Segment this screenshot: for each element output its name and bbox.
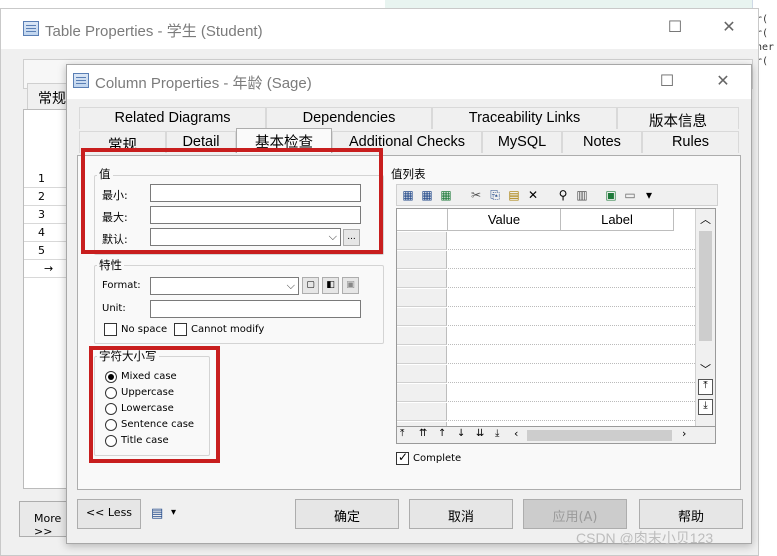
move-to-bottom-icon[interactable]: ⤓ bbox=[698, 399, 713, 415]
move-down-icon[interactable]: ↓ bbox=[457, 428, 465, 439]
table-row[interactable] bbox=[448, 232, 695, 250]
tab-dependencies[interactable]: Dependencies bbox=[266, 107, 432, 129]
chevron-down-icon[interactable]: ▾ bbox=[171, 507, 176, 518]
column-properties-dialog: Column Properties - 年龄 (Sage) ☐ ✕ Relate… bbox=[66, 64, 752, 544]
unit-label: Unit: bbox=[102, 303, 126, 314]
chevron-down-icon: ⌵ bbox=[286, 279, 295, 292]
table-row[interactable] bbox=[448, 365, 695, 383]
table-row[interactable] bbox=[448, 289, 695, 307]
move-bottom-icon[interactable]: ⤓ bbox=[495, 428, 499, 439]
scroll-down-icon[interactable]: ﹀ bbox=[700, 361, 711, 377]
column-icon bbox=[73, 73, 89, 88]
find-icon[interactable]: ⚲ bbox=[554, 186, 572, 204]
table-row[interactable] bbox=[448, 251, 695, 269]
add-row-icon[interactable]: ▦ bbox=[399, 186, 417, 204]
outer-title-bar: Table Properties - 学生 (Student) ☐ ✕ bbox=[1, 9, 758, 49]
table-row[interactable] bbox=[448, 308, 695, 326]
tab-related-diagrams[interactable]: Related Diagrams bbox=[79, 107, 266, 129]
edit-format-icon[interactable]: ▣ bbox=[342, 277, 359, 294]
table-row[interactable] bbox=[448, 384, 695, 402]
scroll-right-icon[interactable]: › bbox=[682, 427, 686, 440]
watermark: CSDN @肉末小贝123 bbox=[576, 530, 714, 546]
grid-vertical-scrollbar[interactable]: ︿ ﹀ ⤒ ⤓ bbox=[695, 209, 715, 438]
table-icon bbox=[23, 21, 39, 36]
help-button[interactable]: 帮助 bbox=[639, 499, 743, 529]
add-rows-icon[interactable]: ▦ bbox=[437, 186, 455, 204]
dialog-title: Column Properties - 年龄 (Sage) bbox=[95, 75, 312, 92]
dialog-title-bar: Column Properties - 年龄 (Sage) ☐ ✕ bbox=[67, 65, 751, 99]
tab-rules[interactable]: Rules bbox=[642, 131, 739, 153]
tab-notes[interactable]: Notes bbox=[562, 131, 642, 153]
minimize-icon[interactable]: ☐ bbox=[665, 17, 685, 36]
scroll-up-icon[interactable]: ︿ bbox=[700, 211, 711, 227]
delete-icon[interactable]: ✕ bbox=[524, 186, 542, 204]
tab-version-info[interactable]: 版本信息 bbox=[617, 107, 739, 130]
close-icon[interactable]: ✕ bbox=[713, 71, 733, 90]
layout-menu-icon[interactable]: ▤ bbox=[151, 506, 163, 521]
move-up-icon[interactable]: ↑ bbox=[438, 428, 446, 439]
horizontal-scroll-thumb[interactable] bbox=[527, 430, 672, 441]
cannot-modify-checkbox[interactable] bbox=[174, 323, 187, 336]
cut-icon[interactable]: ✂ bbox=[467, 186, 485, 204]
no-space-checkbox[interactable] bbox=[104, 323, 117, 336]
value-list-toolbar: ▦ ▦ ▦ ✂ ⎘ ▤ ✕ ⚲ ▥ ▣ ▭ ▾ bbox=[396, 184, 718, 206]
row-selector[interactable] bbox=[397, 384, 447, 402]
move-top-icon[interactable]: ⤒ bbox=[400, 428, 404, 439]
no-space-label: No space bbox=[121, 324, 168, 335]
outer-window-title: Table Properties - 学生 (Student) bbox=[45, 23, 263, 40]
insert-row-icon[interactable]: ▦ bbox=[418, 186, 436, 204]
value-list-label: 值列表 bbox=[391, 167, 426, 181]
row-selector[interactable] bbox=[397, 403, 447, 421]
complete-checkbox[interactable]: ✓ bbox=[396, 450, 409, 465]
table-row[interactable] bbox=[448, 327, 695, 345]
print-icon[interactable]: ▭ bbox=[621, 186, 639, 204]
row-selector[interactable] bbox=[397, 327, 447, 345]
row-selector[interactable] bbox=[397, 365, 447, 383]
highlight-values-box bbox=[81, 148, 383, 254]
properties-group-label: 特性 bbox=[97, 257, 124, 273]
table-row[interactable] bbox=[448, 403, 695, 421]
move-page-up-icon[interactable]: ⇈ bbox=[419, 428, 427, 439]
copy-icon[interactable]: ⎘ bbox=[486, 186, 504, 204]
value-list-grid[interactable]: Value Label ︿ ﹀ ⤒ ⤓ bbox=[396, 208, 716, 439]
complete-label: Complete bbox=[413, 453, 462, 464]
new-format-icon[interactable]: ▢ bbox=[302, 277, 319, 294]
grid-corner bbox=[397, 209, 448, 231]
properties-icon[interactable]: ◧ bbox=[322, 277, 339, 294]
label-column-header[interactable]: Label bbox=[561, 209, 674, 231]
row-selector[interactable] bbox=[397, 346, 447, 364]
less-button[interactable]: << Less bbox=[77, 499, 141, 529]
highlight-case-box bbox=[89, 346, 220, 463]
value-column-header[interactable]: Value bbox=[448, 209, 561, 231]
ok-button[interactable]: 确定 bbox=[295, 499, 399, 529]
scroll-left-icon[interactable]: ‹ bbox=[514, 427, 518, 440]
tab-mysql[interactable]: MySQL bbox=[482, 131, 562, 153]
row-selector[interactable] bbox=[397, 232, 447, 250]
row-selector[interactable] bbox=[397, 251, 447, 269]
table-row[interactable] bbox=[448, 346, 695, 364]
format-label: Format: bbox=[102, 280, 141, 291]
scroll-thumb[interactable] bbox=[699, 231, 712, 341]
tab-traceability-links[interactable]: Traceability Links bbox=[432, 107, 617, 129]
row-selector[interactable] bbox=[397, 308, 447, 326]
maximize-icon[interactable]: ☐ bbox=[657, 71, 677, 90]
properties-icon[interactable]: ▥ bbox=[573, 186, 591, 204]
excel-export-icon[interactable]: ▣ bbox=[602, 186, 620, 204]
move-page-down-icon[interactable]: ⇊ bbox=[476, 428, 484, 439]
checkmark-icon: ✓ bbox=[398, 450, 409, 464]
unit-input[interactable] bbox=[150, 300, 361, 318]
cannot-modify-label: Cannot modify bbox=[191, 324, 265, 335]
row-selector[interactable] bbox=[397, 270, 447, 288]
format-combo[interactable]: ⌵ bbox=[150, 277, 299, 295]
row-selector[interactable] bbox=[397, 289, 447, 307]
cancel-button[interactable]: 取消 bbox=[409, 499, 513, 529]
apply-button[interactable]: 应用(A) bbox=[523, 499, 627, 529]
grid-navigation-bar: ⤒ ⇈ ↑ ↓ ⇊ ⤓ ‹ › bbox=[396, 426, 716, 444]
close-icon[interactable]: ✕ bbox=[719, 17, 739, 36]
table-row[interactable] bbox=[448, 270, 695, 288]
paste-icon[interactable]: ▤ bbox=[505, 186, 523, 204]
chevron-down-icon[interactable]: ▾ bbox=[640, 186, 658, 204]
move-to-top-icon[interactable]: ⤒ bbox=[698, 379, 713, 395]
